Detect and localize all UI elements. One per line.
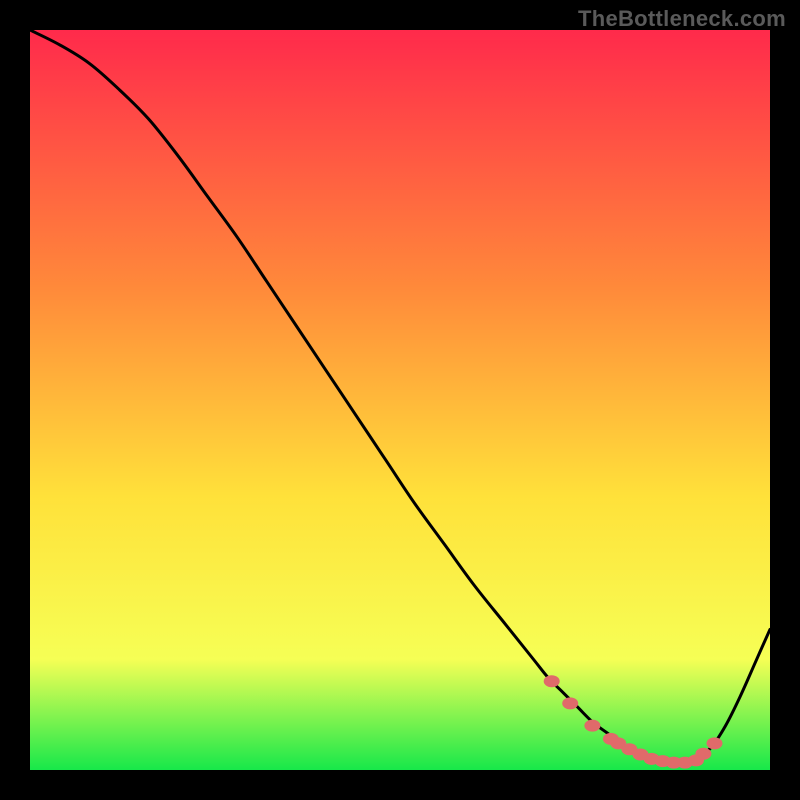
chart-frame: TheBottleneck.com xyxy=(0,0,800,800)
watermark-text: TheBottleneck.com xyxy=(578,6,786,32)
marker-dot xyxy=(707,737,723,749)
marker-dot xyxy=(562,697,578,709)
marker-dot xyxy=(544,675,560,687)
gradient-background xyxy=(30,30,770,770)
marker-dot xyxy=(695,748,711,760)
chart-svg xyxy=(30,30,770,770)
plot-area xyxy=(30,30,770,770)
marker-dot xyxy=(584,720,600,732)
